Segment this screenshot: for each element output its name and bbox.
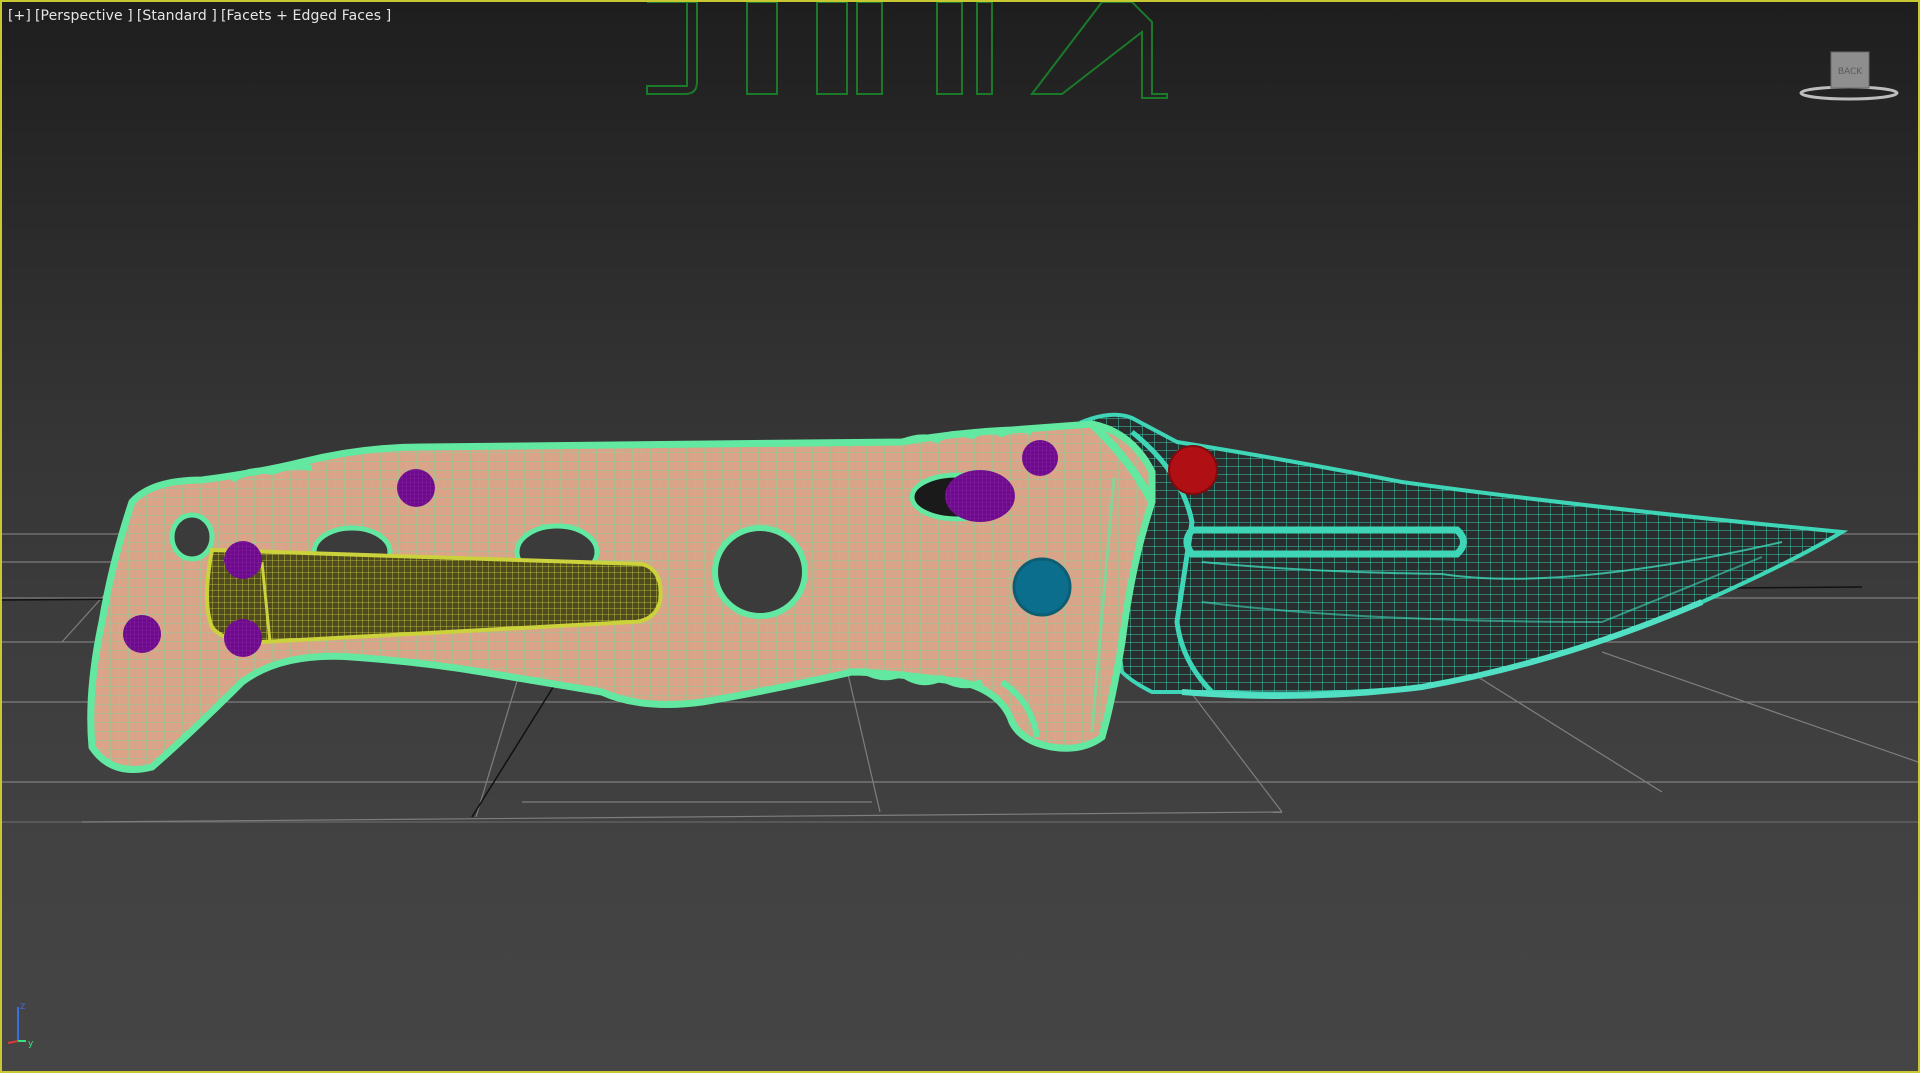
screw (123, 615, 161, 653)
watermark-letters (646, 2, 1168, 99)
screw (224, 541, 262, 579)
viewcube[interactable]: BACK (1794, 48, 1904, 108)
viewcube-compass-ring[interactable] (1799, 85, 1899, 101)
screw (224, 619, 262, 657)
viewport-label-menu: [+] [Perspective ] [Standard ] [Facets +… (8, 8, 391, 24)
pivot-screw-teal[interactable] (1012, 557, 1072, 617)
viewport-display-mode-menu[interactable]: [Facets + Edged Faces ] (221, 8, 391, 24)
viewport-shading-menu[interactable]: [Standard ] (137, 8, 217, 24)
viewcube-face-label: BACK (1838, 67, 1863, 77)
axis-tripod: z y (8, 1001, 34, 1049)
viewport-point-of-view-menu[interactable]: [Perspective ] (35, 8, 133, 24)
viewport-general-menu[interactable]: [+] (8, 8, 31, 24)
screw (1022, 440, 1058, 476)
pivot-pin-red[interactable] (1168, 445, 1218, 495)
perspective-viewport[interactable]: [+] [Perspective ] [Standard ] [Facets +… (0, 0, 1920, 1073)
scene-canvas[interactable] (2, 2, 1918, 1071)
axis-y-label: y (28, 1039, 34, 1049)
thumb-stud (945, 470, 1015, 522)
screw (397, 469, 435, 507)
axis-z-label: z (20, 1001, 25, 1012)
